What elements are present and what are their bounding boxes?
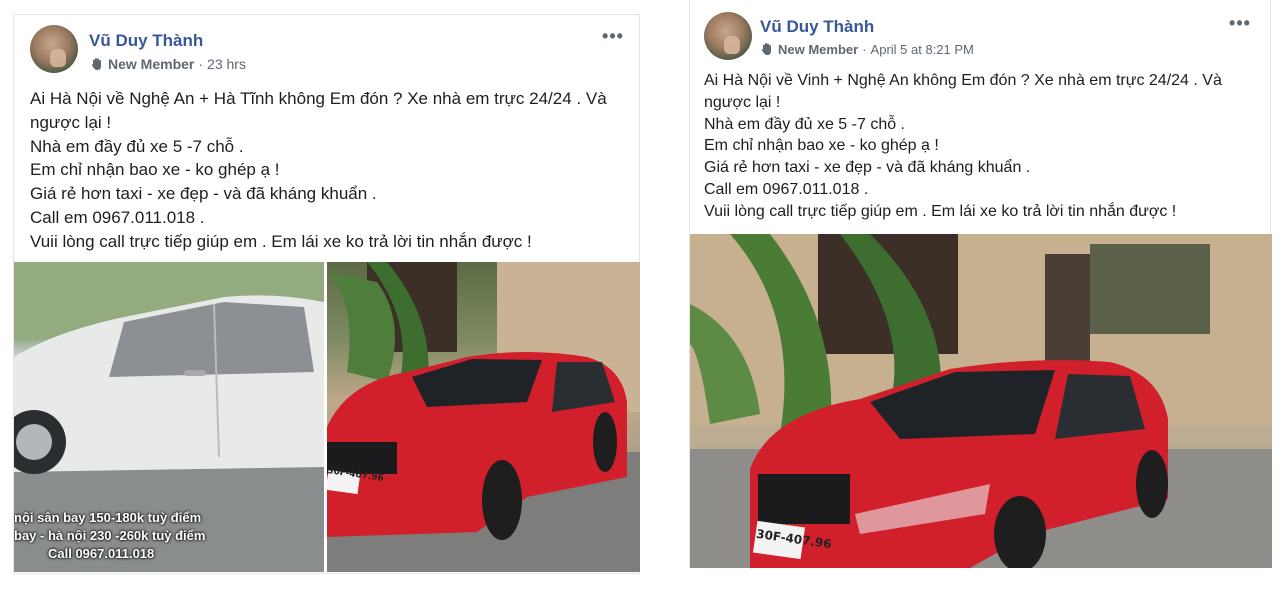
white-car-illustration xyxy=(14,262,324,572)
post-line: Vuii lòng call trực tiếp giúp em . Em lá… xyxy=(30,231,532,251)
post-line: Ai Hà Nội về Vinh + Nghệ An không Em đón… xyxy=(704,72,1222,89)
post-timestamp[interactable]: April 5 at 8:21 PM xyxy=(871,42,974,57)
photo-caption: Call 0967.011.018 xyxy=(48,546,155,561)
separator-dot: · xyxy=(862,41,867,57)
post-photo-white-car[interactable]: nội sân bay 150-180k tuỳ điểm bay - hà n… xyxy=(14,262,324,572)
post-body: Ai Hà Nội về Nghệ An + Hà Tĩnh không Em … xyxy=(30,87,630,254)
post-line: Nhà em đầy đủ xe 5 -7 chỗ . xyxy=(30,136,244,156)
post-meta: New Member · 23 hrs xyxy=(89,56,246,72)
post-photo-red-car[interactable]: 30F-407.96 xyxy=(327,262,640,572)
post-timestamp[interactable]: 23 hrs xyxy=(207,56,246,72)
member-badge: New Member xyxy=(778,41,859,57)
post-line: Em chỉ nhận bao xe - ko ghép ạ ! xyxy=(30,160,280,180)
member-badge: New Member xyxy=(108,56,195,72)
post-body: Ai Hà Nội về Vinh + Nghệ An không Em đón… xyxy=(704,70,1264,223)
post-line: Nhà em đầy đủ xe 5 -7 chỗ . xyxy=(704,115,905,133)
separator-dot: · xyxy=(198,56,204,72)
post-line: Giá rẻ hơn taxi - xe đẹp - và đã kháng k… xyxy=(704,159,1031,177)
post-line: Ai Hà Nội về Nghệ An + Hà Tĩnh không Em … xyxy=(30,89,607,108)
red-car-illustration xyxy=(327,262,640,572)
post-line: Giá rẻ hơn taxi - xe đẹp - và đã kháng k… xyxy=(30,184,377,204)
post-header: Vũ Duy Thành New Member · 23 hrs ••• xyxy=(14,15,639,85)
post-line: ngược lại ! xyxy=(30,112,112,132)
photo-caption: nội sân bay 150-180k tuỳ điểm xyxy=(14,510,202,525)
post-meta: New Member · April 5 at 8:21 PM xyxy=(759,41,974,57)
post-card: Vũ Duy Thành New Member · April 5 at 8:2… xyxy=(689,0,1272,568)
post-card: Vũ Duy Thành New Member · 23 hrs ••• Ai … xyxy=(13,14,640,574)
more-options-icon[interactable]: ••• xyxy=(599,27,627,45)
new-member-hand-icon xyxy=(761,43,771,55)
post-line: Call em 0967.011.018 . xyxy=(704,180,869,198)
post-line: Call em 0967.011.018 . xyxy=(30,207,205,227)
new-member-hand-icon xyxy=(91,58,101,70)
author-name[interactable]: Vũ Duy Thành xyxy=(760,17,874,37)
avatar[interactable] xyxy=(704,12,752,60)
red-car-illustration xyxy=(690,234,1272,568)
post-photo-red-car[interactable]: 30F-407.96 xyxy=(690,234,1272,568)
more-options-icon[interactable]: ••• xyxy=(1226,14,1254,32)
post-line: Vuii lòng call trực tiếp giúp em . Em lá… xyxy=(704,202,1177,220)
post-line: Em chỉ nhận bao xe - ko ghép ạ ! xyxy=(704,137,939,155)
post-header: Vũ Duy Thành New Member · April 5 at 8:2… xyxy=(690,0,1270,70)
post-line: ngược lại ! xyxy=(704,93,781,111)
avatar[interactable] xyxy=(30,25,78,73)
photo-caption: bay - hà nội 230 -260k tuỳ điểm xyxy=(14,528,206,543)
author-name[interactable]: Vũ Duy Thành xyxy=(89,31,203,51)
